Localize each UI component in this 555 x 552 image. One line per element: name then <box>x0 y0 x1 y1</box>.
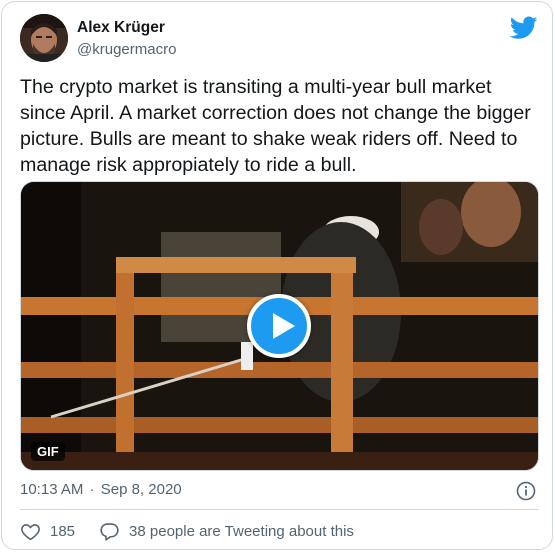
author-name[interactable]: Alex Krüger <box>77 19 165 37</box>
author-handle[interactable]: @krugermacro <box>77 41 176 58</box>
tweet-text: The crypto market is transiting a multi-… <box>20 76 531 176</box>
timestamp-separator: · <box>89 481 95 498</box>
divider <box>20 509 539 510</box>
like-button[interactable]: 185 <box>20 521 75 542</box>
tweet-date: Sep 8, 2020 <box>100 481 182 498</box>
play-icon[interactable] <box>247 294 311 358</box>
tweeting-text: 38 people are Tweeting about this <box>129 522 354 540</box>
speech-bubble-icon <box>100 522 119 541</box>
gif-badge: GIF <box>31 442 65 461</box>
info-icon[interactable] <box>516 481 536 501</box>
heart-icon <box>21 523 40 540</box>
avatar-image <box>20 14 68 62</box>
gif-media[interactable]: GIF <box>20 181 539 471</box>
tweet-timestamp[interactable]: 10:13 AM · Sep 8, 2020 <box>20 481 182 498</box>
avatar[interactable] <box>20 14 68 62</box>
twitter-bird-icon[interactable] <box>510 16 538 40</box>
like-count: 185 <box>50 522 76 540</box>
tweeting-link[interactable]: 38 people are Tweeting about this <box>99 521 354 542</box>
action-bar: 185 38 people are Tweeting about this <box>20 520 354 542</box>
tweet-card: Alex Krüger @krugermacro The crypto mark… <box>1 1 553 550</box>
tweet-time: 10:13 AM <box>20 481 84 498</box>
